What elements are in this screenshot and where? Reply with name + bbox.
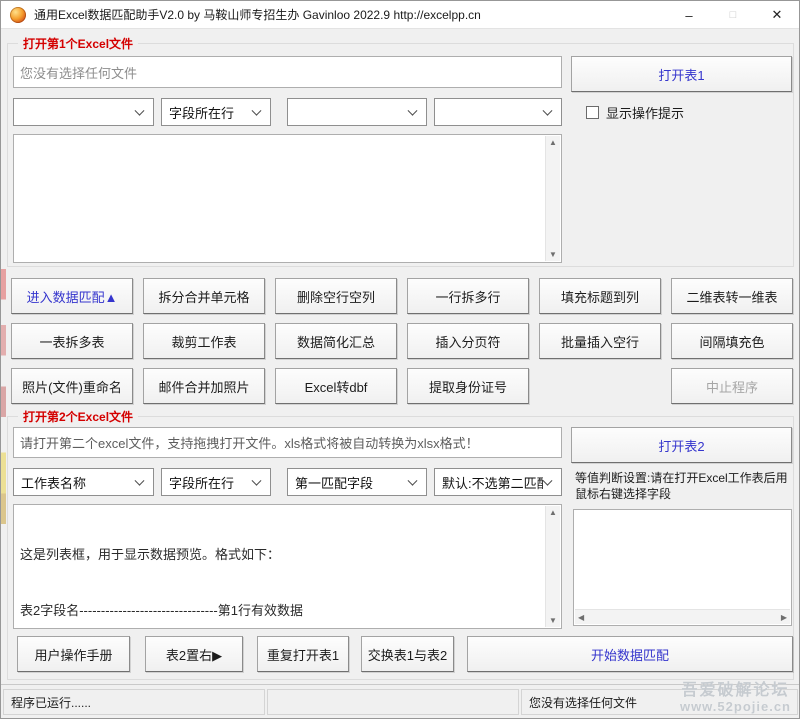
- photo-file-rename-button[interactable]: 照片(文件)重命名: [11, 368, 133, 404]
- 2d-to-1d-table-button[interactable]: 二维表转一维表: [671, 278, 793, 314]
- chevron-down-icon: [408, 106, 418, 116]
- scroll-up-icon[interactable]: ▲: [546, 508, 560, 517]
- group-2-label: 打开第2个Excel文件: [18, 408, 138, 425]
- show-tips-checkbox[interactable]: 显示操作提示: [586, 103, 684, 122]
- excel-to-dbf-button[interactable]: Excel转dbf: [275, 368, 397, 404]
- chevron-down-icon: [408, 476, 418, 486]
- horizontal-scrollbar[interactable]: ◀ ▶: [575, 609, 790, 624]
- scroll-down-icon[interactable]: ▼: [546, 616, 560, 625]
- app-window: 通用Excel数据匹配助手V2.0 by 马鞍山师专招生办 Gavinloo 2…: [0, 0, 800, 719]
- chevron-down-icon: [135, 106, 145, 116]
- insert-page-break-button[interactable]: 插入分页符: [407, 323, 529, 359]
- tool-button-grid: 进入数据匹配▲ 拆分合并单元格 删除空行空列 一行拆多行 填充标题到列 二维表转…: [11, 278, 793, 404]
- scroll-left-icon[interactable]: ◀: [578, 610, 584, 624]
- swap-table1-table2-button[interactable]: 交换表1与表2: [361, 636, 454, 672]
- app-icon: [10, 7, 26, 23]
- vertical-scrollbar[interactable]: ▲ ▼: [545, 506, 560, 627]
- status-left: 程序已运行......: [3, 689, 265, 715]
- file1-path-box[interactable]: 您没有选择任何文件: [13, 56, 562, 88]
- scroll-right-icon[interactable]: ▶: [781, 610, 787, 624]
- grid-spacer: [539, 368, 661, 404]
- match-field1-combo[interactable]: [287, 98, 427, 126]
- show-tips-label: 显示操作提示: [606, 103, 684, 122]
- minimize-button[interactable]: –: [667, 1, 711, 29]
- equal-judge-hint: 等值判断设置:请在打开Excel工作表后用鼠标右键选择字段: [575, 470, 793, 502]
- data-simplify-summary-button[interactable]: 数据简化汇总: [275, 323, 397, 359]
- checkbox-box[interactable]: [586, 106, 599, 119]
- scroll-down-icon[interactable]: ▼: [546, 250, 560, 259]
- left-edge-watermark: [1, 269, 6, 524]
- user-manual-button[interactable]: 用户操作手册: [17, 636, 130, 672]
- maximize-button[interactable]: □: [711, 1, 755, 29]
- second-match-field-combo-value: 默认:不选第二匹配字: [442, 473, 543, 492]
- delete-empty-rows-cols-button[interactable]: 删除空行空列: [275, 278, 397, 314]
- window-controls: – □ ✕: [667, 1, 799, 29]
- preview-list-2[interactable]: 这是列表框，用于显示数据预览。格式如下： 表2字段名--------------…: [13, 504, 562, 629]
- first-match-field-combo[interactable]: 第一匹配字段: [287, 468, 427, 496]
- one-row-to-many-button[interactable]: 一行拆多行: [407, 278, 529, 314]
- reopen-table1-button[interactable]: 重复打开表1: [257, 636, 349, 672]
- field-row1-combo[interactable]: 字段所在行: [161, 98, 271, 126]
- preview-list-1[interactable]: ▲ ▼: [13, 134, 562, 263]
- close-button[interactable]: ✕: [755, 1, 799, 29]
- field-row2-combo-value: 字段所在行: [169, 473, 234, 492]
- sheet2-name-combo-value: 工作表名称: [21, 473, 86, 492]
- open-table2-button[interactable]: 打开表2: [571, 427, 792, 463]
- first-match-field-combo-value: 第一匹配字段: [295, 473, 373, 492]
- chevron-down-icon: [252, 476, 262, 486]
- mail-merge-photo-button[interactable]: 邮件合并加照片: [143, 368, 265, 404]
- chevron-down-icon: [252, 106, 262, 116]
- sheet2-name-combo[interactable]: 工作表名称: [13, 468, 154, 496]
- titlebar: 通用Excel数据匹配助手V2.0 by 马鞍山师专招生办 Gavinloo 2…: [1, 1, 799, 29]
- sheet1-combo[interactable]: [13, 98, 154, 126]
- split-merged-cells-button[interactable]: 拆分合并单元格: [143, 278, 265, 314]
- file2-path-box[interactable]: 请打开第二个excel文件，支持拖拽打开文件。xls格式将被自动转换为xlsx格…: [13, 427, 562, 458]
- group-1-label: 打开第1个Excel文件: [18, 35, 138, 52]
- preview-line-1: 这是列表框，用于显示数据预览。格式如下：: [20, 546, 555, 565]
- batch-insert-rows-button[interactable]: 批量插入空行: [539, 323, 661, 359]
- forum-watermark: 吾爱破解论坛 www.52pojie.cn: [680, 682, 791, 715]
- selected-fields-list[interactable]: ◀ ▶: [573, 509, 792, 626]
- field-row2-combo[interactable]: 字段所在行: [161, 468, 271, 496]
- start-data-match-button[interactable]: 开始数据匹配: [467, 636, 793, 672]
- second-match-field-combo[interactable]: 默认:不选第二匹配字: [434, 468, 562, 496]
- window-title: 通用Excel数据匹配助手V2.0 by 马鞍山师专招生办 Gavinloo 2…: [34, 6, 481, 23]
- field-row1-combo-value: 字段所在行: [169, 103, 234, 122]
- forum-watermark-url: www.52pojie.cn: [680, 700, 791, 715]
- one-table-to-many-button[interactable]: 一表拆多表: [11, 323, 133, 359]
- fill-title-to-column-button[interactable]: 填充标题到列: [539, 278, 661, 314]
- vertical-scrollbar[interactable]: ▲ ▼: [545, 136, 560, 261]
- status-middle: [267, 689, 519, 715]
- preview-line-2: 表2字段名--------------------------------第1行…: [20, 602, 555, 621]
- enter-data-match-button[interactable]: 进入数据匹配▲: [11, 278, 133, 314]
- chevron-down-icon: [543, 476, 553, 486]
- abort-program-button: 中止程序: [671, 368, 793, 404]
- open-table1-button[interactable]: 打开表1: [571, 56, 792, 92]
- alternate-fill-color-button[interactable]: 间隔填充色: [671, 323, 793, 359]
- table2-to-right-button[interactable]: 表2置右▶: [145, 636, 243, 672]
- crop-worksheet-button[interactable]: 裁剪工作表: [143, 323, 265, 359]
- forum-watermark-name: 吾爱破解论坛: [680, 682, 791, 700]
- chevron-down-icon: [543, 106, 553, 116]
- chevron-down-icon: [135, 476, 145, 486]
- scroll-up-icon[interactable]: ▲: [546, 138, 560, 147]
- extract-id-number-button[interactable]: 提取身份证号: [407, 368, 529, 404]
- match-field1b-combo[interactable]: [434, 98, 562, 126]
